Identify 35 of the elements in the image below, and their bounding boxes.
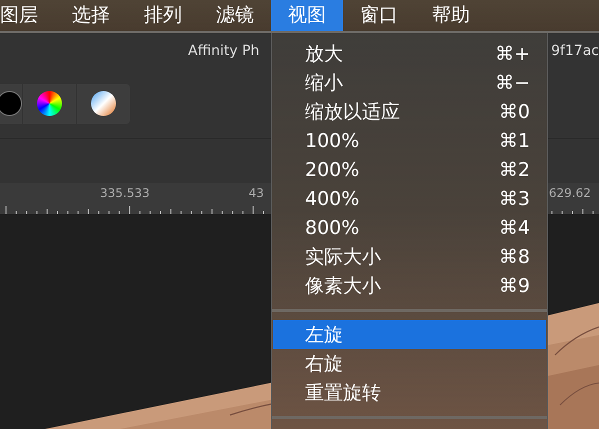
menu-bar-item[interactable]: 视图 [271, 0, 343, 31]
menu-bar-item[interactable]: 帮助 [415, 0, 487, 31]
menu-item[interactable]: 实际大小 ⌘8 [273, 242, 546, 271]
window-title: Affinity Ph [188, 43, 260, 59]
menu-bar-item[interactable]: 滤镜 [199, 0, 271, 31]
menu-item[interactable]: 左旋 [273, 320, 546, 349]
shortcut-text: ⌘8 [498, 246, 530, 268]
menu-item[interactable]: 重置旋转 [273, 378, 546, 407]
shortcut-text: ⌘4 [498, 216, 530, 238]
ruler-label: 335.533 [100, 186, 150, 200]
menu-item[interactable]: 缩小 ⌘− [273, 68, 546, 97]
shortcut-text: ⌘1 [498, 130, 530, 152]
menu-item[interactable]: 右旋 [273, 349, 546, 378]
menu-item[interactable]: 800% ⌘4 [273, 213, 546, 242]
menu-bar-item[interactable]: 选择 [55, 0, 127, 31]
shortcut-text: ⌘3 [498, 188, 530, 210]
ruler-label: 43 [248, 186, 264, 200]
shortcut-text: ⌘0 [498, 100, 530, 122]
menu-bar-item[interactable]: 窗口 [343, 0, 415, 31]
menu-item[interactable]: 400% ⌘3 [273, 184, 546, 213]
gradient-swatch-icon[interactable] [91, 91, 116, 116]
menu-bar-item[interactable]: 排列 [127, 0, 199, 31]
ruler-label: 629.62 [548, 186, 591, 200]
color-wheel-icon[interactable] [37, 91, 62, 116]
shortcut-text: ⌘+ [495, 42, 530, 64]
window-title: 9f17ac [551, 43, 599, 59]
shortcut-text: ⌘9 [498, 274, 530, 296]
menu-item[interactable]: 100% ⌘1 [273, 126, 546, 155]
fill-swatch-icon[interactable] [0, 91, 22, 116]
menu-item[interactable]: 放大 ⌘+ [273, 39, 546, 68]
shortcut-text: ⌘− [495, 72, 530, 94]
menu-item[interactable]: 像素大小 ⌘9 [273, 271, 546, 300]
menu-bar-item[interactable]: 图层 [0, 0, 55, 31]
menu-item[interactable]: 缩放以适应 ⌘0 [273, 97, 546, 126]
shortcut-text: ⌘2 [498, 158, 530, 180]
